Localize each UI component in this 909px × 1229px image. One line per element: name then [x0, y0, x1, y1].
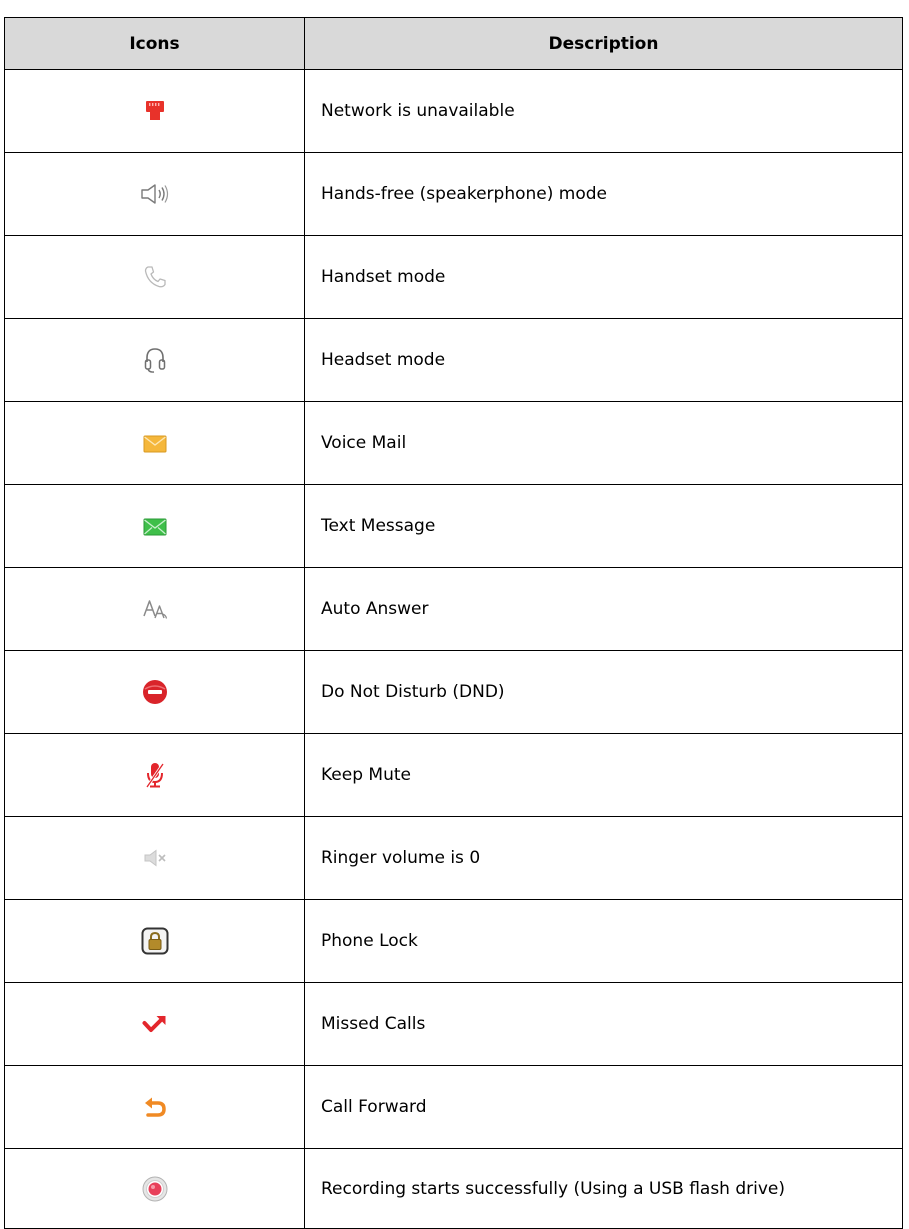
icon-cell — [4, 401, 305, 485]
ringer-volume-zero-icon — [142, 848, 168, 868]
table-row: Voice Mail — [4, 401, 903, 485]
do-not-disturb-icon — [142, 679, 168, 705]
icon-cell — [4, 69, 305, 153]
text-message-icon — [143, 518, 167, 536]
table-row: Do Not Disturb (DND) — [4, 650, 903, 734]
description-cell: Recording starts successfully (Using a U… — [304, 1148, 903, 1229]
table-row: Headset mode — [4, 318, 903, 402]
description-cell: Missed Calls — [304, 982, 903, 1066]
description-cell: Hands-free (speakerphone) mode — [304, 152, 903, 236]
table-row: Network is unavailable — [4, 69, 903, 153]
description-cell: Voice Mail — [304, 401, 903, 485]
description-cell: Headset mode — [304, 318, 903, 402]
icon-cell — [4, 235, 305, 319]
table-row: Auto Answer — [4, 567, 903, 651]
description-cell: Network is unavailable — [304, 69, 903, 153]
icon-cell — [4, 152, 305, 236]
icon-cell — [4, 733, 305, 817]
icon-cell — [4, 567, 305, 651]
speakerphone-icon — [139, 182, 171, 206]
table-row: Call Forward — [4, 1065, 903, 1149]
icons-column-header: Icons — [4, 17, 305, 70]
icon-cell — [4, 484, 305, 568]
icon-cell — [4, 982, 305, 1066]
description-cell: Call Forward — [304, 1065, 903, 1149]
table-row: Missed Calls — [4, 982, 903, 1066]
phone-lock-icon — [141, 927, 169, 955]
handset-icon — [143, 265, 167, 289]
headset-icon — [143, 346, 167, 374]
icon-cell — [4, 1148, 305, 1229]
table-row: Phone Lock — [4, 899, 903, 983]
recording-icon — [142, 1176, 168, 1202]
table-row: Handset mode — [4, 235, 903, 319]
icon-cell — [4, 816, 305, 900]
description-cell: Auto Answer — [304, 567, 903, 651]
icon-cell — [4, 650, 305, 734]
call-forward-icon — [143, 1095, 167, 1119]
table-row: Ringer volume is 0 — [4, 816, 903, 900]
description-column-header: Description — [304, 17, 903, 70]
network-unavailable-icon — [145, 100, 165, 122]
table-row: Text Message — [4, 484, 903, 568]
table-row: Keep Mute — [4, 733, 903, 817]
auto-answer-icon — [142, 598, 168, 620]
description-cell: Do Not Disturb (DND) — [304, 650, 903, 734]
description-cell: Ringer volume is 0 — [304, 816, 903, 900]
icon-cell — [4, 318, 305, 402]
table-header-row: Icons Description — [4, 17, 903, 70]
description-cell: Text Message — [304, 484, 903, 568]
description-cell: Keep Mute — [304, 733, 903, 817]
icon-cell — [4, 1065, 305, 1149]
table-row: Hands-free (speakerphone) mode — [4, 152, 903, 236]
description-cell: Handset mode — [304, 235, 903, 319]
icon-cell — [4, 899, 305, 983]
keep-mute-icon — [144, 761, 166, 789]
voice-mail-icon — [143, 435, 167, 453]
missed-calls-icon — [142, 1014, 168, 1034]
table-row: Recording starts successfully (Using a U… — [4, 1148, 903, 1229]
description-cell: Phone Lock — [304, 899, 903, 983]
icons-table: Icons Description Network is unavailable… — [4, 17, 903, 1229]
